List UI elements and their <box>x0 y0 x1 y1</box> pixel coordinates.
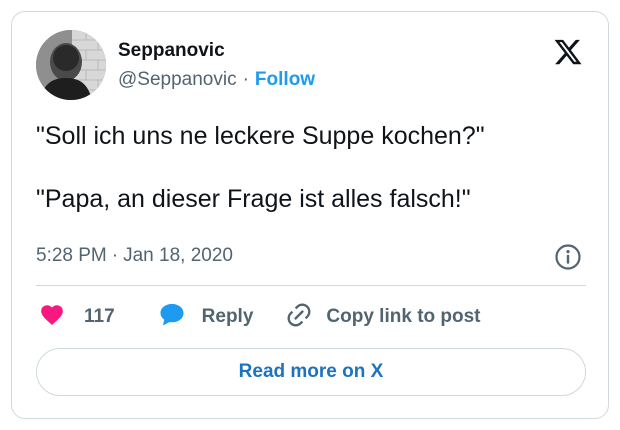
display-name[interactable]: Seppanovic <box>118 40 315 62</box>
reply-label: Reply <box>201 306 254 327</box>
divider <box>36 285 586 286</box>
reply-button[interactable]: Reply <box>158 301 254 334</box>
action-bar: 117 Reply Copy link to post <box>38 302 481 332</box>
author-info: Seppanovic @Seppanovic · Follow <box>118 40 315 91</box>
heart-icon <box>38 302 66 333</box>
follow-link[interactable]: Follow <box>255 69 315 90</box>
info-icon[interactable] <box>554 243 582 271</box>
x-logo-icon[interactable] <box>552 37 584 67</box>
tweet-text: "Soll ich uns ne leckere Suppe kochen?" … <box>36 120 596 215</box>
like-button[interactable]: 117 <box>38 302 115 333</box>
speech-bubble-icon <box>158 301 186 334</box>
tweet-date: Jan 18, 2020 <box>123 245 233 266</box>
tweet-card: Seppanovic @Seppanovic · Follow "Soll ich … <box>11 11 609 419</box>
like-count: 117 <box>84 306 115 327</box>
avatar-photo <box>36 30 106 100</box>
avatar[interactable] <box>36 30 106 100</box>
tweet-line-1: "Soll ich uns ne leckere Suppe kochen?" <box>36 122 485 150</box>
copy-link-button[interactable]: Copy link to post <box>285 301 481 334</box>
handle[interactable]: @Seppanovic <box>118 69 237 90</box>
timestamp[interactable]: 5:28 PM · Jan 18, 2020 <box>36 244 233 268</box>
separator-dot: · <box>111 245 119 266</box>
read-more-button[interactable]: Read more on X <box>36 348 586 396</box>
separator-dot: · <box>242 69 249 90</box>
copy-link-label: Copy link to post <box>326 306 481 327</box>
link-icon <box>285 301 313 334</box>
handle-row: @Seppanovic · Follow <box>118 69 315 91</box>
tweet-line-2: "Papa, an dieser Frage ist alles falsch!… <box>36 185 471 213</box>
tweet-time: 5:28 PM <box>36 245 107 266</box>
